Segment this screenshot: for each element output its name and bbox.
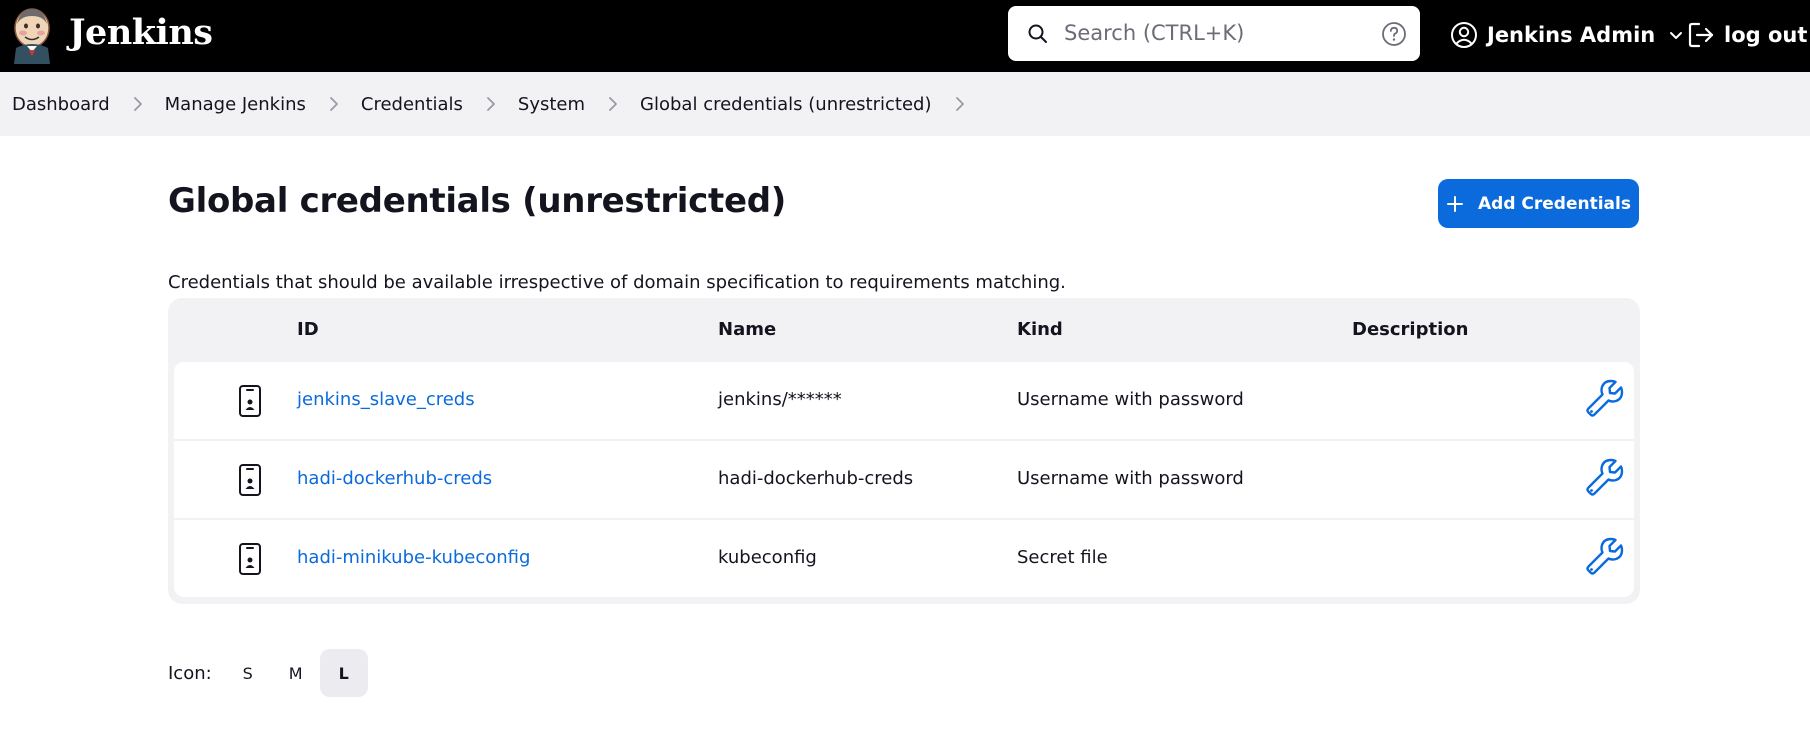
jenkins-logo-icon[interactable] bbox=[10, 6, 54, 64]
credential-type-icon bbox=[239, 543, 261, 575]
breadcrumb-dashboard[interactable]: Dashboard bbox=[12, 94, 110, 115]
logout-link[interactable]: log out bbox=[1686, 17, 1807, 53]
breadcrumb-global-credentials[interactable]: Global credentials (unrestricted) bbox=[640, 94, 931, 115]
credential-kind: Secret file bbox=[1017, 547, 1108, 568]
chevron-down-icon bbox=[1670, 32, 1683, 39]
table-header: ID Name Kind Description bbox=[168, 298, 1640, 362]
logout-label: log out bbox=[1724, 23, 1808, 47]
search-input[interactable] bbox=[1064, 14, 1364, 52]
credentials-table: ID Name Kind Description jenkins_slave_c… bbox=[168, 298, 1640, 604]
add-credentials-label: Add Credentials bbox=[1478, 193, 1631, 214]
search-icon bbox=[1028, 24, 1047, 43]
column-header-id[interactable]: ID bbox=[297, 319, 319, 340]
credential-name: hadi-dockerhub-creds bbox=[718, 468, 914, 489]
search-box[interactable] bbox=[1008, 6, 1420, 61]
table-row: hadi-minikube-kubeconfig kubeconfig Secr… bbox=[174, 520, 1634, 597]
credential-type-icon bbox=[239, 464, 261, 496]
credential-name: kubeconfig bbox=[718, 547, 817, 568]
credential-id-link[interactable]: hadi-dockerhub-creds bbox=[297, 468, 492, 489]
add-credentials-button[interactable]: Add Credentials bbox=[1438, 179, 1639, 228]
icon-size-small-button[interactable]: S bbox=[224, 649, 272, 697]
user-name: Jenkins Admin bbox=[1487, 23, 1656, 47]
breadcrumb: Dashboard Manage Jenkins Credentials Sys… bbox=[0, 72, 1810, 136]
page-title: Global credentials (unrestricted) bbox=[168, 181, 786, 221]
page-description: Credentials that should be available irr… bbox=[168, 272, 1066, 293]
credential-name: jenkins/****** bbox=[718, 389, 842, 410]
column-header-description[interactable]: Description bbox=[1352, 319, 1468, 340]
wrench-icon[interactable] bbox=[1584, 456, 1626, 498]
top-header: Jenkins Jenkins Admin log out bbox=[0, 0, 1810, 72]
icon-size-selector: Icon: S M L bbox=[168, 649, 368, 697]
logout-icon bbox=[1688, 22, 1714, 48]
brand-name[interactable]: Jenkins bbox=[69, 12, 213, 53]
credential-type-icon bbox=[239, 385, 261, 417]
help-icon[interactable] bbox=[1381, 21, 1407, 47]
breadcrumb-system[interactable]: System bbox=[518, 94, 585, 115]
column-header-kind[interactable]: Kind bbox=[1017, 319, 1063, 340]
credential-id-link[interactable]: jenkins_slave_creds bbox=[297, 389, 475, 410]
table-row: jenkins_slave_creds jenkins/****** Usern… bbox=[174, 362, 1634, 439]
column-header-name[interactable]: Name bbox=[718, 319, 776, 340]
wrench-icon[interactable] bbox=[1584, 535, 1626, 577]
chevron-right-icon bbox=[609, 97, 617, 111]
icon-size-label: Icon: bbox=[168, 662, 212, 684]
icon-size-large-button[interactable]: L bbox=[319, 649, 368, 697]
wrench-icon[interactable] bbox=[1584, 377, 1626, 419]
icon-size-medium-button[interactable]: M bbox=[272, 649, 320, 697]
user-menu[interactable]: Jenkins Admin bbox=[1450, 17, 1685, 53]
chevron-right-icon bbox=[133, 97, 142, 111]
chevron-right-icon bbox=[329, 97, 338, 111]
chevron-right-icon[interactable] bbox=[952, 96, 968, 112]
breadcrumb-credentials[interactable]: Credentials bbox=[361, 94, 463, 115]
credential-id-link[interactable]: hadi-minikube-kubeconfig bbox=[297, 547, 530, 568]
breadcrumb-manage-jenkins[interactable]: Manage Jenkins bbox=[165, 94, 306, 115]
plus-icon bbox=[1447, 195, 1463, 212]
credential-kind: Username with password bbox=[1017, 468, 1244, 489]
user-avatar-icon bbox=[1451, 22, 1477, 48]
credential-kind: Username with password bbox=[1017, 389, 1244, 410]
table-row: hadi-dockerhub-creds hadi-dockerhub-cred… bbox=[174, 441, 1634, 518]
chevron-right-icon bbox=[487, 97, 495, 111]
